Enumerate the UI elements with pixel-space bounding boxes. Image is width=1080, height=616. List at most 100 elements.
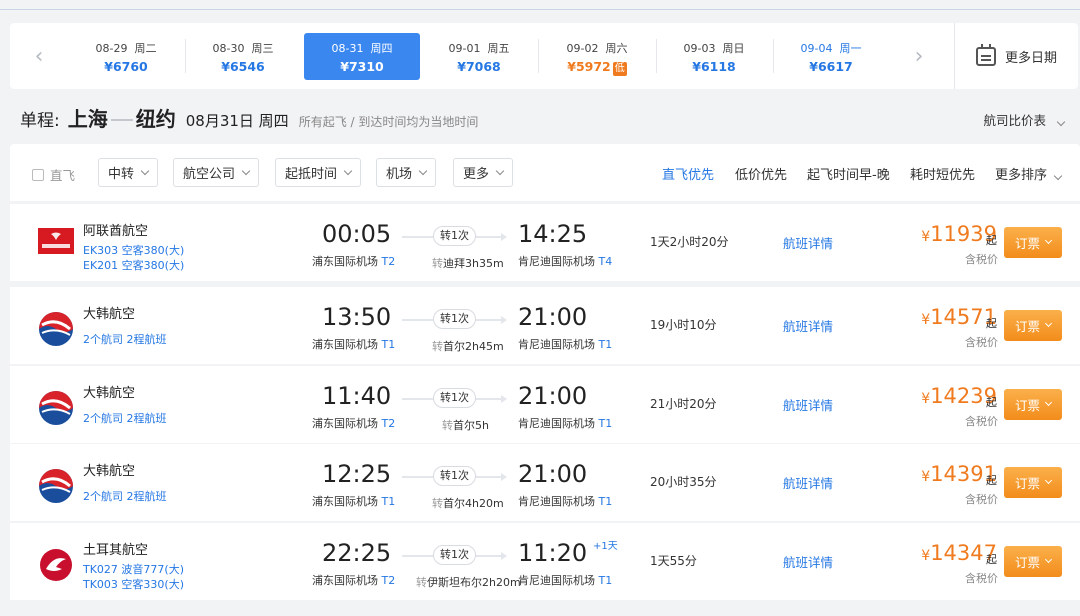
airline-filter-dropdown[interactable]: 航空公司 <box>173 158 260 187</box>
arrival-time: 21:00 <box>518 303 588 331</box>
departure-time: 12:25 <box>322 460 392 488</box>
stops-badge: 转1次 <box>433 388 476 408</box>
airline-name: 大韩航空 <box>83 307 136 322</box>
date-price: ¥6760 <box>104 59 148 74</box>
travel-date: 08月31日 周四 <box>185 112 289 130</box>
date-option[interactable]: 09-02 周六 ¥5972 低 <box>539 33 655 80</box>
book-ticket-button[interactable]: 订票 <box>1004 467 1062 498</box>
time-filter-dropdown[interactable]: 起抵时间 <box>275 158 362 187</box>
date-price: ¥6118 <box>692 59 736 74</box>
chevron-left-icon[interactable]: ‹ <box>10 23 68 89</box>
airline-logo <box>38 547 74 581</box>
date-price: ¥7068 <box>457 59 501 74</box>
flight-info-1[interactable]: TK027 波音777(大) <box>83 561 184 577</box>
chevron-down-icon <box>1053 171 1063 181</box>
korean-air-logo <box>39 469 73 503</box>
arrival-airport: 肯尼迪国际机场 T1 <box>518 417 613 430</box>
departure-terminal: T2 <box>381 255 396 268</box>
airline-logo <box>38 390 74 425</box>
stops-badge: 转1次 <box>433 309 476 329</box>
more-filter-dropdown[interactable]: 更多 <box>453 158 514 187</box>
transfer-filter-dropdown[interactable]: 中转 <box>98 158 159 187</box>
chevron-down-icon <box>418 166 428 175</box>
departure-time: 13:50 <box>322 303 392 331</box>
price-from-label: 起 <box>986 234 997 247</box>
date-option[interactable]: 09-01 周五 ¥7068 <box>421 33 537 80</box>
trip-type-label: 单程: <box>20 111 60 131</box>
date-price: ¥6546 <box>221 59 265 74</box>
direct-only-checkbox[interactable]: 直飞 <box>32 165 75 184</box>
dropdown-label: 起抵时间 <box>285 167 338 182</box>
korean-air-logo <box>39 312 73 346</box>
book-ticket-button[interactable]: 订票 <box>1004 389 1062 420</box>
emirates-logo <box>38 228 74 254</box>
filter-bar: 直飞 中转 航空公司 起抵时间 机场 更多 直飞优先 低价优先 起飞时间早-晚 耗时短优先 更多… <box>10 144 1080 201</box>
sort-more-sort[interactable]: 更多排序 <box>995 164 1063 183</box>
airport-filter-dropdown[interactable]: 机场 <box>376 158 437 187</box>
price-chart-label: 航司比价表 <box>983 113 1047 128</box>
transfer-info: 转迪拜3h35m <box>432 257 504 270</box>
book-ticket-button[interactable]: 订票 <box>1004 310 1062 341</box>
sort-direct-first[interactable]: 直飞优先 <box>662 164 714 183</box>
airline-name: 土耳其航空 <box>83 543 149 558</box>
arrival-airport: 肯尼迪国际机场 T1 <box>518 574 613 587</box>
korean-air-logo <box>39 391 73 425</box>
flight-row: 大韩航空 2个航司 2程航班 12:25 浦东国际机场 T1 转1次 转首尔4h20m 21… <box>10 444 1080 521</box>
date-option[interactable]: 08-31 周四 ¥7310 <box>304 33 420 80</box>
price-from-label: 起 <box>986 553 997 566</box>
chevron-down-icon <box>1056 117 1066 127</box>
more-dates-label: 更多日期 <box>1004 50 1057 66</box>
arrival-time: 11:20 <box>518 539 588 567</box>
arrival-time: 21:00 <box>518 382 588 410</box>
book-ticket-button[interactable]: 订票 <box>1004 227 1062 258</box>
flight-details-link[interactable]: 航班详情 <box>783 316 833 335</box>
chevron-down-icon <box>241 166 251 175</box>
book-ticket-button[interactable]: 订票 <box>1004 546 1062 577</box>
origin-city: 上海 <box>67 107 108 131</box>
departure-airport: 浦东国际机场 T2 <box>312 574 396 587</box>
flight-details-link[interactable]: 航班详情 <box>783 552 833 571</box>
sort-shortest-duration[interactable]: 耗时短优先 <box>910 164 975 183</box>
flight-duration: 20小时35分 <box>650 475 717 489</box>
book-label: 订票 <box>1014 476 1040 491</box>
sort-departure-early-late[interactable]: 起飞时间早-晚 <box>807 164 890 183</box>
dropdown-label: 航空公司 <box>183 167 236 182</box>
sort-lowest-price[interactable]: 低价优先 <box>735 164 787 183</box>
local-time-note: 所有起飞 / 到达时间均为当地时间 <box>298 115 479 129</box>
flight-info-1[interactable]: 2个航司 2程航班 <box>83 410 167 426</box>
date-label: 08-30 周三 <box>212 42 274 55</box>
chevron-down-icon <box>1044 236 1053 245</box>
flight-info-1[interactable]: EK303 空客380(大) <box>83 242 184 258</box>
departure-airport: 浦东国际机场 T2 <box>312 255 396 268</box>
flight-info-1[interactable]: 2个航司 2程航班 <box>83 488 167 504</box>
date-option[interactable]: 09-04 周一 ¥6617 <box>773 33 889 80</box>
dropdown-label: 中转 <box>108 167 135 182</box>
airline-logo <box>38 468 74 503</box>
chevron-down-icon <box>1044 398 1053 407</box>
tax-included-label: 含税价 <box>965 493 998 506</box>
turkish-airlines-logo <box>40 549 72 581</box>
checkbox-box <box>32 168 44 181</box>
date-option[interactable]: 08-29 周二 ¥6760 <box>68 33 184 80</box>
date-option[interactable]: 08-30 周三 ¥6546 <box>185 33 301 80</box>
transfer-info: 转伊斯坦布尔2h20m <box>416 576 521 589</box>
date-label: 09-01 周五 <box>448 42 510 55</box>
departure-time: 22:25 <box>322 539 392 567</box>
chevron-right-icon[interactable]: › <box>890 23 948 89</box>
airline-price-chart-link[interactable]: 航司比价表 <box>983 110 1066 129</box>
flight-details-link[interactable]: 航班详情 <box>783 473 833 492</box>
date-option[interactable]: 09-03 周日 ¥6118 <box>656 33 772 80</box>
flight-details-link[interactable]: 航班详情 <box>783 233 833 252</box>
date-price: ¥5972 低 <box>567 59 627 76</box>
destination-city: 纽约 <box>135 107 176 131</box>
departure-airport: 浦东国际机场 T1 <box>312 338 396 351</box>
flight-info-2[interactable]: TK003 空客330(大) <box>83 576 184 592</box>
airline-name: 大韩航空 <box>83 464 136 479</box>
airline-name: 大韩航空 <box>83 386 136 401</box>
flight-info-2[interactable]: EK201 空客380(大) <box>83 257 184 273</box>
more-dates-button[interactable]: 更多日期 <box>954 23 1078 89</box>
dropdown-label: 更多 <box>463 167 490 182</box>
flight-info-1[interactable]: 2个航司 2程航班 <box>83 331 167 347</box>
date-label: 09-03 周日 <box>683 42 745 55</box>
flight-details-link[interactable]: 航班详情 <box>783 395 833 414</box>
